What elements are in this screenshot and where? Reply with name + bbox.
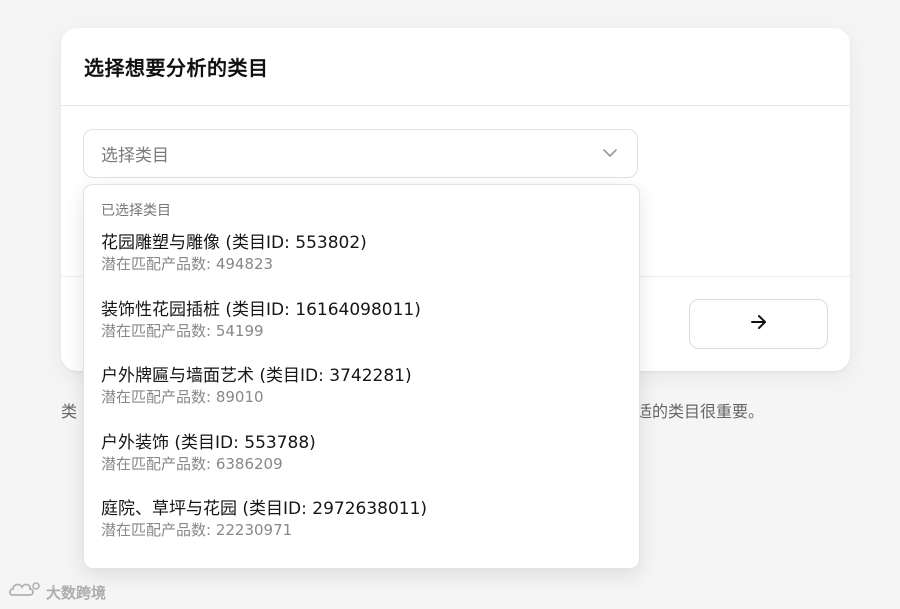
option-count: 潜在匹配产品数: 54199	[101, 321, 264, 340]
watermark-text: 大数跨境	[46, 583, 107, 602]
category-select[interactable]: 选择类目	[83, 129, 638, 178]
option-name: 户外装饰 (类目ID: 553788)	[101, 432, 316, 453]
cloud-logo-icon	[8, 580, 42, 604]
watermark: 大数跨境	[8, 580, 106, 604]
dropdown-heading: 已选择类目	[101, 203, 171, 219]
category-dropdown: 已选择类目 花园雕塑与雕像 (类目ID: 553802) 潜在匹配产品数: 49…	[83, 184, 640, 569]
dropdown-option[interactable]: 户外牌匾与墙面艺术 (类目ID: 3742281) 潜在匹配产品数: 89010	[84, 355, 639, 422]
option-count: 潜在匹配产品数: 22230971	[101, 521, 293, 539]
card-header: 选择想要分析的类目	[61, 28, 850, 106]
option-name: 户外牌匾与墙面艺术 (类目ID: 3742281)	[101, 366, 412, 386]
dropdown-option[interactable]: 庭院、草坪与花园 (类目ID: 2972638011) 潜在匹配产品数: 222…	[84, 488, 639, 555]
option-name: 庭院、草坪与花园 (类目ID: 2972638011)	[101, 499, 428, 519]
dropdown-option[interactable]: 花园雕塑与雕像 (类目ID: 553802) 潜在匹配产品数: 494823	[84, 222, 639, 289]
option-count: 潜在匹配产品数: 494823	[101, 255, 274, 273]
chevron-down-icon	[601, 145, 619, 163]
option-name: 装饰性花园插桩 (类目ID: 16164098011)	[101, 299, 421, 320]
dropdown-option[interactable]: 户外装饰 (类目ID: 553788) 潜在匹配产品数: 6386209	[84, 422, 639, 489]
option-count: 潜在匹配产品数: 89010	[101, 388, 264, 406]
next-button[interactable]	[689, 299, 828, 349]
helper-text-right: 合适的类目很重要。	[620, 402, 765, 421]
option-name: 花园雕塑与雕像 (类目ID: 553802)	[101, 233, 367, 253]
card-title: 选择想要分析的类目	[84, 56, 269, 80]
select-placeholder: 选择类目	[101, 146, 169, 166]
arrow-right-icon	[750, 314, 768, 334]
dropdown-option[interactable]: 装饰性花园插桩 (类目ID: 16164098011) 潜在匹配产品数: 541…	[84, 289, 639, 356]
option-count: 潜在匹配产品数: 6386209	[101, 454, 283, 473]
